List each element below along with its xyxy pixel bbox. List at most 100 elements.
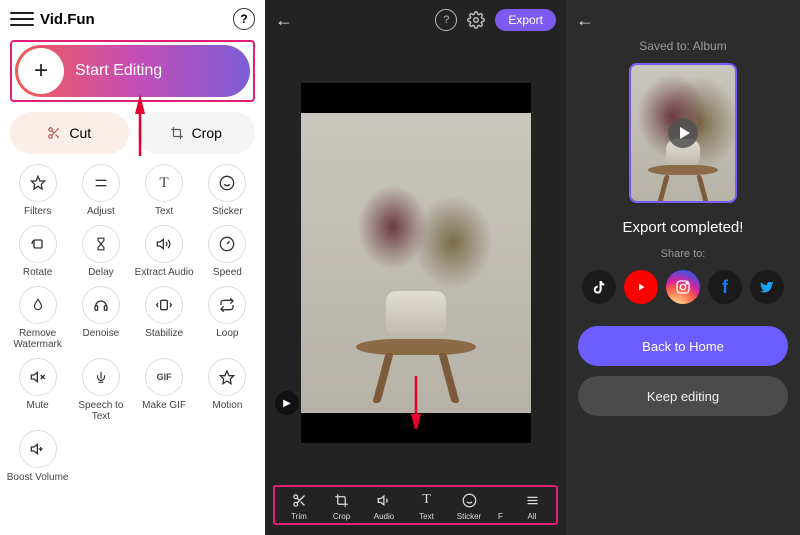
play-button[interactable]: ▶ [275,391,299,415]
keep-editing-button[interactable]: Keep editing [578,376,788,416]
tool-remove-watermark[interactable]: Remove Watermark [6,286,69,350]
tool-rotate[interactable]: Rotate [6,225,69,278]
star-icon [19,164,57,202]
plus-icon: + [18,48,64,94]
text-icon: T [145,164,183,202]
share-instagram[interactable] [666,270,700,304]
video-frame[interactable] [301,83,531,443]
toolbar-sticker[interactable]: Sticker [451,491,487,521]
back-to-home-button[interactable]: Back to Home [578,326,788,366]
toolbar-label: All [528,512,537,521]
tool-mute[interactable]: Mute [6,358,69,422]
app-title: Vid.Fun [40,11,95,28]
export-label: Export [508,13,543,27]
tool-filters[interactable]: Filters [6,164,69,217]
keep-editing-label: Keep editing [647,389,719,404]
export-completed-label: Export completed! [623,219,744,236]
share-facebook[interactable]: f [708,270,742,304]
tool-label: Mute [27,400,49,411]
scissors-icon [47,126,61,140]
hourglass-icon [82,225,120,263]
tool-label: Speech to Text [69,400,132,422]
toolbar-f[interactable]: F [494,491,508,521]
export-button[interactable]: Export [495,9,556,31]
tool-motion[interactable]: Motion [196,358,259,422]
crop-icon [334,491,349,509]
toolbar-text[interactable]: T Text [409,491,445,521]
tool-speed[interactable]: Speed [196,225,259,278]
toolbar-all[interactable]: All [514,491,550,521]
video-image [301,113,531,413]
tool-adjust[interactable]: Adjust [69,164,132,217]
tool-label: Stabilize [145,328,183,339]
help-icon[interactable]: ? [233,8,255,30]
back-icon[interactable]: ← [275,10,293,31]
headset-icon [82,286,120,324]
share-twitter[interactable] [750,270,784,304]
toolbar-label: Text [419,512,434,521]
tool-text[interactable]: TText [133,164,196,217]
loop-icon [208,286,246,324]
toolbar-audio[interactable]: Audio [366,491,402,521]
boost-volume-icon [19,430,57,468]
audio-icon [377,491,392,509]
tool-stabilize[interactable]: Stabilize [133,286,196,350]
start-editing-button[interactable]: + Start Editing [15,45,250,97]
audio-out-icon [145,225,183,263]
tool-label: Filters [24,206,51,217]
smile-icon [208,164,246,202]
cut-label: Cut [69,125,91,141]
toolbar-label: Audio [374,512,394,521]
cut-button[interactable]: Cut [10,112,129,154]
settings-icon[interactable] [467,11,485,29]
tool-make-gif[interactable]: GIF Make GIF [133,358,196,422]
tool-label: Adjust [87,206,115,217]
tool-speech-to-text[interactable]: Speech to Text [69,358,132,422]
share-to-label: Share to: [661,248,706,260]
menu-icon[interactable] [10,7,34,31]
crop-button[interactable]: Crop [137,112,256,154]
toolbar-trim[interactable]: Trim [281,491,317,521]
tool-label: Remove Watermark [6,328,69,350]
start-editing-label: Start Editing [75,62,162,80]
play-icon [668,118,698,148]
gif-icon: GIF [145,358,183,396]
tool-loop[interactable]: Loop [196,286,259,350]
editor-toolbar-highlight: Trim Crop Audio T Text Sticker F All [273,485,558,525]
home-panel: Vid.Fun ? + Start Editing Cut Crop Filte… [0,0,265,535]
help-icon[interactable]: ? [435,9,457,31]
toolbar-crop[interactable]: Crop [324,491,360,521]
video-preview: ▶ [265,40,566,485]
back-icon[interactable]: ← [576,10,594,31]
share-row: f [582,270,784,304]
share-tiktok[interactable] [582,270,616,304]
smile-icon [462,491,477,509]
tool-sticker[interactable]: Sticker [196,164,259,217]
tool-label: Motion [212,400,242,411]
tool-label: Sticker [212,206,243,217]
share-youtube[interactable] [624,270,658,304]
tool-delay[interactable]: Delay [69,225,132,278]
toolbar-label: Trim [291,512,307,521]
tool-denoise[interactable]: Denoise [69,286,132,350]
tool-extract-audio[interactable]: Extract Audio [133,225,196,278]
crop-icon [170,126,184,140]
text-icon: T [422,491,431,509]
exported-video-thumbnail[interactable] [629,63,737,203]
tool-label: Extract Audio [135,267,194,278]
tool-boost-volume[interactable]: Boost Volume [6,430,69,483]
tool-label: Loop [216,328,238,339]
sliders-icon [82,164,120,202]
tool-grid: Filters Adjust TText Sticker Rotate Dela… [0,162,265,483]
motion-icon [208,358,246,396]
tool-label: Denoise [83,328,120,339]
home-header: Vid.Fun ? [0,0,265,38]
stabilize-icon [145,286,183,324]
tool-label: Make GIF [142,400,186,411]
crop-label: Crop [192,125,222,141]
toolbar-label: Sticker [457,512,481,521]
scissors-icon [292,491,307,509]
tool-label: Rotate [23,267,52,278]
speech-icon [82,358,120,396]
export-complete-panel: ← Saved to: Album Export completed! Shar… [566,0,800,535]
